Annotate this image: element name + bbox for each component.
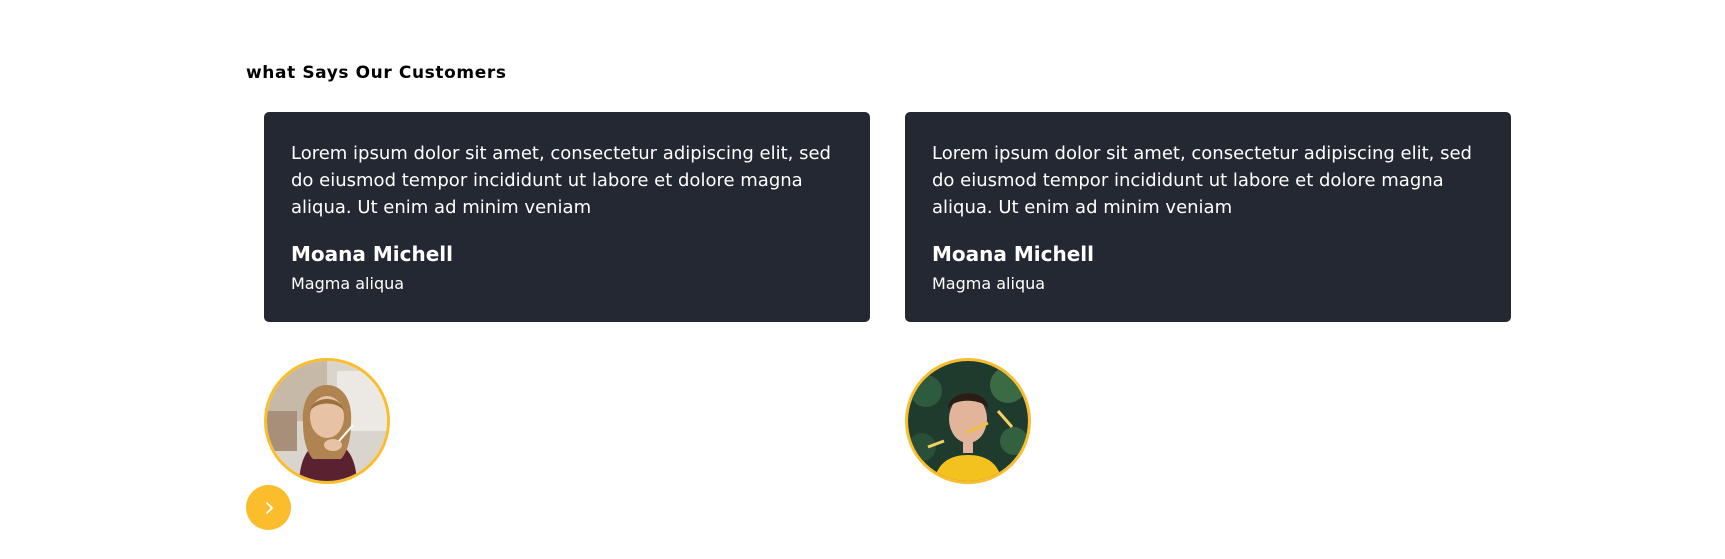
customer-photo <box>908 361 1028 481</box>
section-heading: what Says Our Customers <box>246 63 507 83</box>
testimonial-card: Lorem ipsum dolor sit amet, consectetur … <box>905 112 1511 322</box>
customer-avatar <box>264 358 390 484</box>
testimonial-name: Moana Michell <box>932 242 1094 266</box>
testimonial-card: Lorem ipsum dolor sit amet, consectetur … <box>264 112 870 322</box>
testimonials-section: what Says Our Customers Lorem ipsum dolo… <box>0 0 1725 559</box>
testimonial-name: Moana Michell <box>291 242 453 266</box>
customer-photo <box>267 361 387 481</box>
testimonial-quote: Lorem ipsum dolor sit amet, consectetur … <box>932 143 1472 218</box>
chevron-right-icon <box>265 501 273 514</box>
testimonial-quote: Lorem ipsum dolor sit amet, consectetur … <box>291 143 831 218</box>
customer-avatar <box>905 358 1031 484</box>
testimonial-role: Magma aliqua <box>291 274 405 293</box>
testimonial-role: Magma aliqua <box>932 274 1046 293</box>
carousel-next-button[interactable] <box>246 485 291 530</box>
